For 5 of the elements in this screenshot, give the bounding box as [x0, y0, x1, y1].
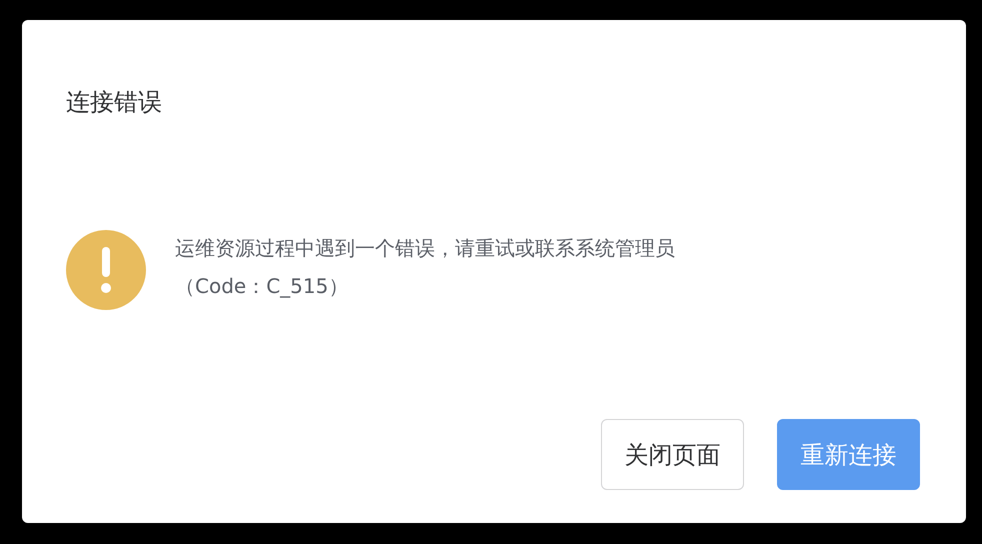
error-message: 运维资源过程中遇到一个错误，请重试或联系系统管理员 [175, 234, 675, 262]
error-code: （Code：C_515） [175, 272, 350, 300]
dialog-title: 连接错误 [66, 87, 163, 118]
warning-icon [66, 230, 146, 310]
close-page-button[interactable]: 关闭页面 [601, 419, 744, 490]
